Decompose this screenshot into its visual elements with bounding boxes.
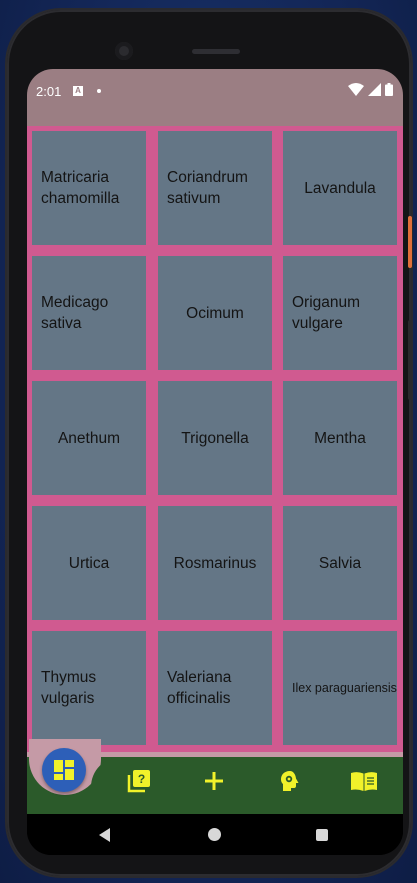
status-bar: 2:01 A bbox=[27, 69, 403, 126]
plant-tile[interactable]: Medicago sativa bbox=[32, 256, 146, 370]
plant-tile-label: Urtica bbox=[68, 554, 110, 572]
plant-tile[interactable]: Salvia bbox=[283, 506, 397, 620]
plant-tile[interactable]: Valeriana officinalis bbox=[158, 631, 272, 745]
dashboard-fab-button[interactable] bbox=[42, 748, 86, 792]
status-time: 2:01 bbox=[36, 84, 62, 99]
wifi-icon bbox=[348, 83, 364, 96]
plant-tile-label: Ilex paraguariensis bbox=[292, 680, 397, 695]
system-navigation-bar bbox=[27, 814, 403, 855]
home-icon[interactable] bbox=[208, 828, 221, 841]
plant-tile-label: Salvia bbox=[318, 554, 362, 572]
back-icon[interactable] bbox=[99, 828, 110, 842]
plant-tile-label: Origanum vulgare bbox=[292, 294, 361, 332]
brain-gear-icon bbox=[281, 771, 299, 791]
plant-tile[interactable]: Rosmarinus bbox=[158, 506, 272, 620]
add-icon bbox=[205, 772, 223, 790]
plant-tile[interactable]: Ilex paraguariensis bbox=[283, 631, 397, 745]
plant-tile-label: Rosmarinus bbox=[173, 554, 257, 572]
plant-tile-label: Mentha bbox=[314, 429, 366, 447]
plant-tile[interactable]: Urtica bbox=[32, 506, 146, 620]
screen: 2:01 A Matricaria chamomilla Coriandrum … bbox=[27, 69, 403, 855]
book-icon bbox=[351, 772, 377, 791]
library-button[interactable] bbox=[349, 766, 379, 796]
battery-icon bbox=[385, 83, 393, 96]
plant-tile[interactable]: Coriandrum sativum bbox=[158, 131, 272, 245]
plant-tile-label: Valeriana officinalis bbox=[167, 669, 232, 707]
plant-tile[interactable]: Mentha bbox=[283, 381, 397, 495]
front-camera bbox=[115, 42, 133, 60]
brain-settings-button[interactable] bbox=[275, 766, 305, 796]
plant-tile[interactable]: Anethum bbox=[32, 381, 146, 495]
plant-tile-label: Matricaria chamomilla bbox=[41, 169, 120, 207]
plant-tile-label: Trigonella bbox=[181, 429, 249, 447]
plant-tile[interactable]: Lavandula bbox=[283, 131, 397, 245]
quiz-button[interactable]: ? bbox=[124, 766, 154, 796]
svg-text:?: ? bbox=[138, 772, 145, 786]
plant-tile[interactable]: Thymus vulgaris bbox=[32, 631, 146, 745]
dashboard-icon bbox=[54, 760, 74, 780]
phone-frame: 2:01 A Matricaria chamomilla Coriandrum … bbox=[7, 10, 411, 876]
plant-tile-label: Lavandula bbox=[304, 179, 376, 197]
status-icons bbox=[348, 83, 393, 96]
plant-tile[interactable]: Ocimum bbox=[158, 256, 272, 370]
plant-tile-label: Thymus vulgaris bbox=[41, 669, 97, 707]
volume-button bbox=[408, 320, 412, 400]
plant-tile[interactable]: Trigonella bbox=[158, 381, 272, 495]
notification-dot-icon bbox=[97, 89, 101, 93]
plant-tile[interactable]: Matricaria chamomilla bbox=[32, 131, 146, 245]
notification-a-icon: A bbox=[73, 86, 83, 96]
plant-tile[interactable]: Origanum vulgare bbox=[283, 256, 397, 370]
plant-grid: Matricaria chamomilla Coriandrum sativum… bbox=[27, 126, 403, 762]
plant-tile-label: Coriandrum sativum bbox=[167, 169, 248, 207]
quiz-icon: ? bbox=[127, 770, 150, 793]
plant-tile-label: Medicago sativa bbox=[41, 294, 109, 332]
power-button bbox=[408, 216, 412, 268]
plant-tile-label: Anethum bbox=[57, 429, 121, 447]
signal-icon bbox=[368, 83, 381, 96]
plant-tile-label: Ocimum bbox=[186, 304, 244, 322]
recent-apps-icon[interactable] bbox=[316, 829, 328, 841]
add-button[interactable] bbox=[199, 766, 229, 796]
earpiece-speaker bbox=[192, 49, 240, 54]
